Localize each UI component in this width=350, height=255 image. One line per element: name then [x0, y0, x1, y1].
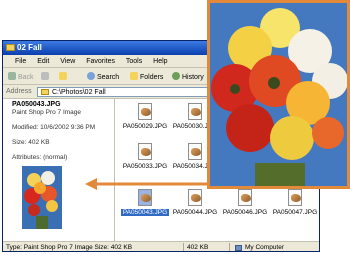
status-bar: Type: Paint Shop Pro 7 Image Size: 402 K…: [3, 241, 319, 251]
status-location: My Computer: [245, 244, 285, 251]
details-size: Size: 402 KB: [12, 139, 50, 146]
enlarged-photo: [207, 0, 350, 189]
menu-help[interactable]: Help: [153, 58, 167, 65]
menu-tools[interactable]: Tools: [126, 58, 142, 65]
search-button[interactable]: Search: [87, 72, 119, 82]
window-title: 02 Fall: [17, 43, 42, 52]
image-file-icon: [138, 189, 152, 206]
address-label: Address: [6, 88, 32, 95]
image-file-icon: [138, 103, 152, 120]
image-file-icon: [188, 143, 202, 160]
image-file-icon: [188, 189, 202, 206]
file-item-selected[interactable]: PA050043.JPG: [121, 189, 169, 216]
details-type: Paint Shop Pro 7 Image: [12, 109, 82, 116]
file-item[interactable]: PA050044.JPG: [171, 189, 219, 216]
history-button[interactable]: History: [172, 72, 204, 82]
image-file-icon: [238, 189, 252, 206]
folder-icon: [41, 89, 49, 95]
image-file-icon: [288, 189, 302, 206]
status-size: 402 KB: [187, 244, 209, 251]
menu-file[interactable]: File: [15, 58, 26, 65]
history-icon: [172, 72, 180, 80]
details-attributes: Attributes: (normal): [12, 154, 68, 161]
back-button[interactable]: Back: [8, 72, 34, 82]
thumbnail-preview: [22, 166, 62, 229]
status-type: Type: Paint Shop Pro 7 Image Size: 402 K…: [6, 244, 133, 251]
address-path: C:\Photos\02 Fall: [52, 89, 106, 96]
folders-icon: [130, 72, 138, 80]
file-item[interactable]: PA050047.JPG: [271, 189, 319, 216]
search-icon: [87, 72, 95, 80]
computer-icon: [235, 245, 242, 251]
forward-button[interactable]: [41, 72, 51, 82]
menu-view[interactable]: View: [60, 58, 75, 65]
file-item[interactable]: PA050033.JPG: [121, 143, 169, 170]
details-modified: Modified: 10/6/2002 9:36 PM: [12, 124, 96, 131]
file-item[interactable]: PA050029.JPG: [121, 103, 169, 130]
up-folder-icon: [59, 72, 67, 80]
menu-favorites[interactable]: Favorites: [86, 58, 115, 65]
image-file-icon: [138, 143, 152, 160]
callout-arrow-icon: [85, 178, 207, 190]
details-filename: PA050043.JPG: [12, 101, 61, 108]
folder-icon: [6, 44, 15, 51]
file-item[interactable]: PA050046.JPG: [221, 189, 269, 216]
up-folder-button[interactable]: [59, 72, 69, 82]
back-arrow-icon: [8, 72, 16, 80]
folders-button[interactable]: Folders: [130, 72, 163, 82]
forward-arrow-icon: [41, 72, 49, 80]
image-file-icon: [188, 103, 202, 120]
menu-edit[interactable]: Edit: [37, 58, 49, 65]
